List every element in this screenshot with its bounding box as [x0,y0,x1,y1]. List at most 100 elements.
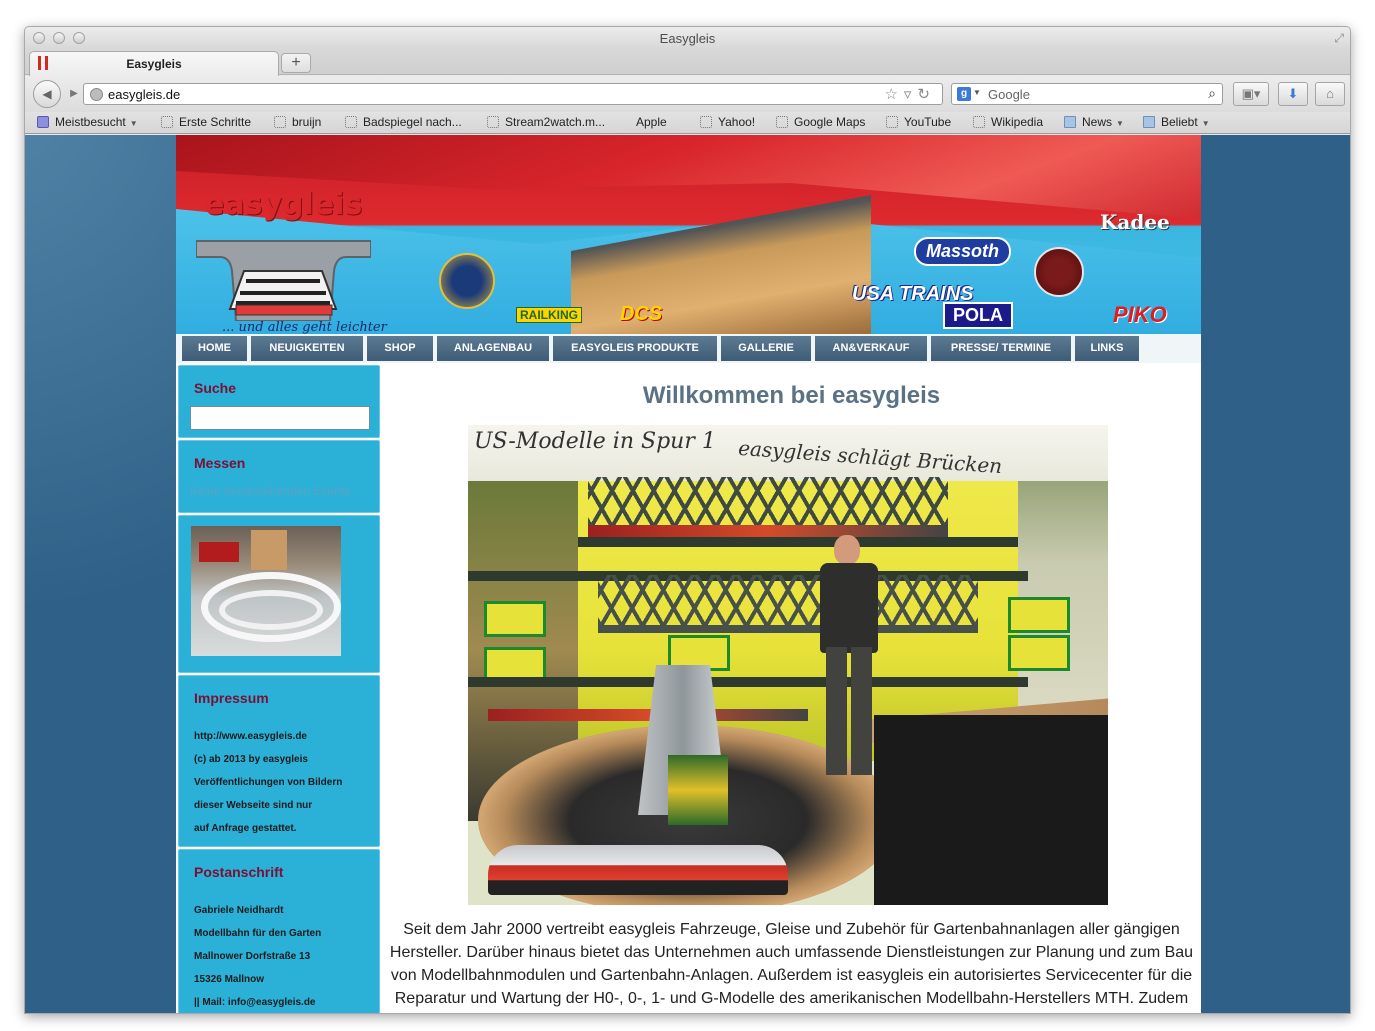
easygleis-logo[interactable]: easygleis [204,187,362,222]
page-icon [776,116,788,128]
railking-logo: RAILKING [516,307,582,323]
page-icon [161,116,173,128]
bookmarks-menu-button[interactable]: ▣▾ [1233,82,1269,106]
google-icon[interactable]: g [957,87,971,101]
banner-bridge-photo [571,195,871,334]
photo-shelf-1 [578,537,1018,547]
sidebar-impressum-box: Impressum http://www.easygleis.de (c) ab… [178,675,380,847]
address-line-3: Mallnower Dorfstraße 13 [194,951,311,962]
tab-easygleis[interactable]: Easygleis [29,51,279,76]
page-title: Willkommen bei easygleis [642,382,941,409]
photo-shelf-3 [468,677,1028,687]
sidebar-search-input[interactable] [190,406,370,430]
photo-banner-right-text: easygleis schlägt Brücken [737,435,1003,479]
photo-table [874,715,1108,905]
search-title: Suche [194,380,237,396]
photo-lower-bridge [598,575,978,633]
intro-paragraph: Seit dem Jahr 2000 vertreibt easygleis F… [389,921,1194,1007]
folder-icon [1064,116,1076,128]
chevron-down-icon: ▼ [1201,119,1210,128]
address-line-5: || Mail: info@easygleis.de [194,997,316,1008]
photo-railking-box [484,601,546,637]
page-icon [886,116,898,128]
page-icon [700,116,712,128]
smart-folder-icon [37,116,49,128]
menu-item-neuigkeiten[interactable]: NEUIGKEITEN [251,336,363,361]
bookmark-bruijn[interactable]: bruijn [274,115,321,129]
chevron-down-icon: ▼ [1116,119,1124,128]
menu-item-an-verkauf[interactable]: AN&VERKAUF [815,336,927,361]
bookmark-meistbesucht[interactable]: Meistbesucht ▼ [37,115,138,129]
photo-track-inner [219,590,323,630]
impressum-line-5: auf Anfrage gestattet. [194,823,297,834]
tab-bar: Easygleis + [25,49,1350,76]
back-button[interactable]: ◀ [33,80,61,108]
bookmark-badspiegel[interactable]: Badspiegel nach... [345,115,462,129]
bookmark-yahoo[interactable]: Yahoo! [700,115,755,129]
magnifier-icon[interactable]: ⌕ [1208,85,1216,102]
search-engine-dropdown-icon[interactable]: ▼ [973,88,981,97]
home-button[interactable]: ⌂ [1315,82,1345,106]
photo-hut [251,530,287,570]
bookmark-apple[interactable]: Apple [630,115,667,129]
page-icon [274,116,286,128]
bookmark-google-maps[interactable]: Google Maps [776,115,865,129]
impressum-line-2: (c) ab 2013 by easygleis [194,754,308,765]
menu-item-home[interactable]: HOME [182,336,247,361]
sidebar-postanschrift-box: Postanschrift Gabriele Neidhardt Modellb… [178,849,380,1013]
address-line-4: 15326 Mallnow [194,974,265,985]
photo-locomotive [199,542,239,562]
bookmark-youtube[interactable]: YouTube [886,115,951,129]
menu-item-anlagenbau[interactable]: ANLAGENBAU [437,336,549,361]
postanschrift-title: Postanschrift [194,864,284,880]
menu-item-easygleis-produkte[interactable]: EASYGLEIS PRODUKTE [553,336,717,361]
downloads-button[interactable]: ⬇ [1278,82,1308,106]
address-line-2: Modellbahn für den Garten [194,928,322,939]
forward-button[interactable]: ▶ [63,85,85,103]
page-viewport[interactable]: easygleis ... und alles geht leichter RA… [25,135,1350,1013]
navigation-bar: ◀ ▶ easygleis.de ☆▿↻ g ▼ Google ⌕ ▣▾ ⬇ ⌂ [25,76,1350,112]
search-bar[interactable]: g ▼ Google ⌕ [951,83,1223,105]
kadee-logo: Kadee [1100,210,1170,234]
sidebar-image-box [178,515,380,673]
main-menu: HOME NEUIGKEITEN SHOP ANLAGENBAU EASYGLE… [176,334,1201,363]
bookmark-star-icon[interactable]: ☆ [884,86,903,103]
sidebar-search-box: Suche [178,365,380,438]
menu-item-links[interactable]: LINKS [1075,336,1139,361]
page-icon [973,116,985,128]
bookmark-stream2watch[interactable]: Stream2watch.m... [487,115,605,129]
site-container: easygleis ... und alles geht leichter RA… [176,135,1201,1013]
photo-banner-left-text: US-Modelle in Spur 1 [474,429,716,454]
download-arrow-icon: ⬇ [1287,86,1299,101]
photo-railking-box [1008,635,1070,671]
url-bar[interactable]: easygleis.de ☆▿↻ [83,83,943,105]
fullscreen-icon[interactable]: ⤢ [1334,31,1344,46]
impressum-line-4: dieser Webseite sind nur [194,800,313,811]
lgb-logo-icon [1034,247,1084,297]
menu-item-gallerie[interactable]: GALLERIE [721,336,811,361]
menu-item-shop[interactable]: SHOP [367,336,433,361]
sidebar: Suche Messen Keine bevorstehenden Events [178,363,380,1013]
menu-item-presse-termine[interactable]: PRESSE/ TERMINE [931,336,1071,361]
sidebar-photo[interactable] [191,526,341,656]
impressum-title: Impressum [194,690,269,706]
photo-banner: US-Modelle in Spur 1 easygleis schlägt B… [468,425,1108,481]
bookmark-erste-schritte[interactable]: Erste Schritte [161,115,251,129]
photo-train-lower [488,709,808,721]
pola-logo: POLA [943,302,1014,329]
home-icon: ⌂ [1326,86,1334,101]
search-input[interactable]: Google [988,87,1030,102]
reload-icon[interactable]: ↻ [917,86,936,103]
url-bar-icons: ☆▿↻ [884,85,936,103]
forward-arrow-icon: ▶ [70,88,78,99]
bookmark-wikipedia[interactable]: Wikipedia [973,115,1043,129]
new-tab-button[interactable]: + [281,53,311,73]
bookmark-folder-news[interactable]: News ▼ [1064,115,1124,129]
dropdown-arrow-icon[interactable]: ▿ [904,86,918,103]
bookmarks-bar: Meistbesucht ▼ Erste Schritte bruijn Bads… [25,112,1350,134]
bookmark-folder-beliebt[interactable]: Beliebt ▼ [1143,115,1210,129]
url-text[interactable]: easygleis.de [108,87,180,102]
photo-green-locomotive [668,755,728,825]
photo-person-legs [826,647,872,775]
tab-title: Easygleis [126,57,182,71]
